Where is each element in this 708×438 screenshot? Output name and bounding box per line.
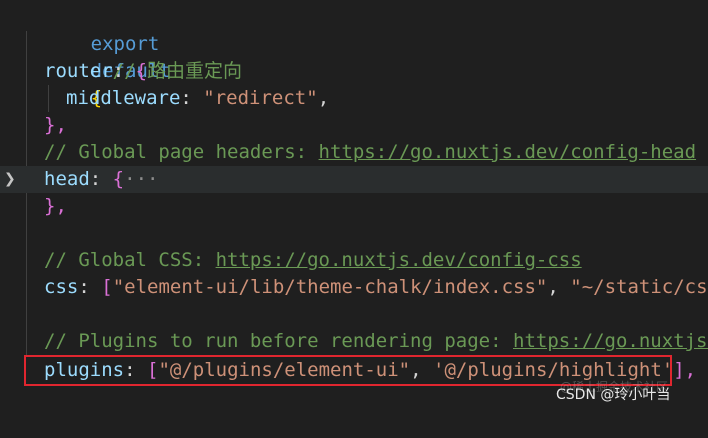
- prop-middleware: middleware: [66, 87, 181, 109]
- link-config-head[interactable]: https://go.nuxtjs.dev/config-head: [319, 141, 697, 163]
- indent-guide: [26, 193, 27, 220]
- indent-guide: [26, 58, 27, 85]
- code-line-11[interactable]: css: ["element-ui/lib/theme-chalk/index.…: [0, 274, 708, 301]
- indent-guide: [26, 274, 27, 301]
- code-line-10[interactable]: // Global CSS: https://go.nuxtjs.dev/con…: [0, 247, 708, 274]
- indent-guide: [26, 112, 27, 139]
- fold-ellipsis[interactable]: ···: [124, 168, 158, 190]
- brace-open: {: [112, 168, 125, 190]
- comma-space: ,: [547, 276, 571, 298]
- code-line-1[interactable]: export default {: [0, 4, 708, 109]
- code-line-7[interactable]: ❯ head: {···: [0, 166, 708, 193]
- colon: :: [112, 60, 125, 82]
- csdn-watermark: CSDN @玲小叶当: [556, 387, 671, 403]
- bracket-open: [: [101, 276, 113, 298]
- string-redirect: "redirect": [203, 87, 318, 109]
- code-line-12[interactable]: [0, 301, 708, 328]
- code-line-8[interactable]: },: [0, 193, 708, 220]
- indent-guide: [26, 220, 27, 247]
- comma: ,: [317, 87, 330, 109]
- colon: :: [180, 87, 192, 109]
- brace-close: },: [44, 114, 67, 136]
- link-plugins[interactable]: https://go.nuxtjs.de: [513, 330, 708, 352]
- indent-guide: [26, 328, 27, 355]
- chevron-right-icon[interactable]: ❯: [4, 166, 16, 193]
- comment-plugins-prefix: // Plugins to run before rendering page:: [44, 330, 513, 352]
- comment-head-prefix: // Global page headers:: [44, 141, 319, 163]
- code-line-9[interactable]: [0, 220, 708, 247]
- indent-guide: [48, 85, 49, 112]
- code-line-2[interactable]: // 路由重定向: [0, 31, 708, 82]
- indent-guide: [26, 139, 27, 166]
- colon: :: [89, 168, 102, 190]
- code-line-6[interactable]: // Global page headers: https://go.nuxtj…: [0, 139, 708, 166]
- brace-close: },: [44, 195, 67, 217]
- colon: :: [78, 276, 90, 298]
- brace-open: {: [135, 60, 147, 82]
- indent-guide: [26, 85, 27, 112]
- code-line-3[interactable]: router: {: [0, 58, 708, 85]
- string-static-css: "~/static/css/b: [570, 276, 708, 298]
- comment-css-prefix: // Global CSS:: [44, 249, 216, 271]
- prop-head: head: [44, 168, 90, 190]
- code-line-4[interactable]: middleware: "redirect",: [0, 85, 708, 112]
- indent-guide: [26, 301, 27, 328]
- code-editor[interactable]: export default { // 路由重定向 router: { midd…: [0, 0, 708, 412]
- string-theme-chalk: "element-ui/lib/theme-chalk/index.css": [112, 276, 548, 298]
- indent-guide: [26, 31, 27, 58]
- prop-css: css: [44, 276, 79, 298]
- indent-guide: [26, 247, 27, 274]
- prop-router: router: [44, 60, 113, 82]
- link-config-css[interactable]: https://go.nuxtjs.dev/config-css: [216, 249, 582, 271]
- code-line-13[interactable]: // Plugins to run before rendering page:…: [0, 328, 708, 355]
- code-line-5[interactable]: },: [0, 112, 708, 139]
